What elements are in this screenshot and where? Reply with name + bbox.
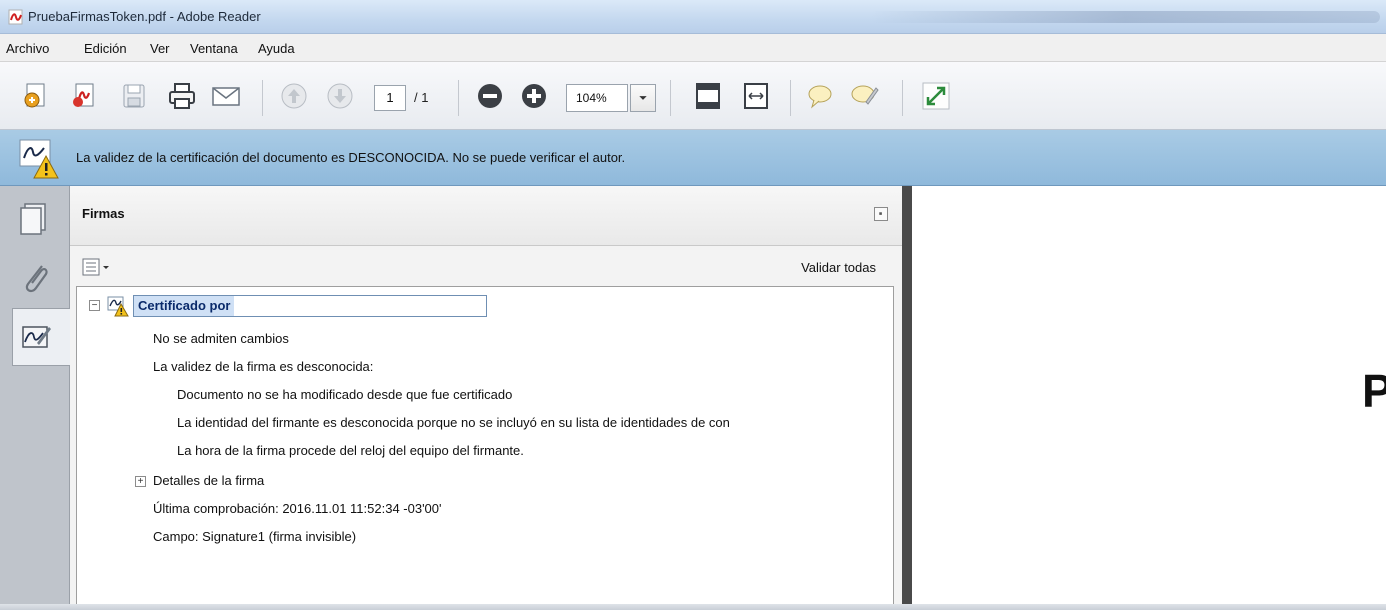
next-page-icon[interactable] — [324, 80, 356, 112]
zoom-level-input[interactable]: 104% — [566, 84, 628, 112]
certificate-label: Certificado por — [134, 296, 235, 316]
create-pdf-icon[interactable] — [20, 80, 52, 112]
window-title: PruebaFirmasToken.pdf - Adobe Reader — [28, 9, 261, 24]
signature-pen-icon — [22, 326, 51, 348]
page-number-input[interactable]: 1 — [374, 85, 406, 111]
toolbar-separator — [262, 80, 263, 116]
menu-archivo[interactable]: Archivo — [6, 41, 49, 56]
panel-menu-icon — [879, 212, 882, 215]
email-icon[interactable] — [210, 80, 242, 112]
toolbar-separator — [790, 80, 791, 116]
doc-not-modified-text: Documento no se ha modificado desde que … — [177, 387, 513, 402]
previous-page-icon[interactable] — [278, 80, 310, 112]
signatures-panel-title: Firmas — [82, 206, 125, 221]
attachments-button[interactable] — [12, 248, 58, 306]
signature-warning-icon — [107, 296, 129, 317]
paperclip-icon — [25, 265, 48, 293]
document-view[interactable]: P — [912, 186, 1386, 610]
save-icon[interactable] — [118, 80, 150, 112]
open-pdf-icon[interactable] — [68, 80, 100, 112]
print-icon[interactable] — [166, 80, 198, 112]
comment-icon[interactable] — [804, 80, 836, 112]
validity-unknown-text: La validez de la firma es desconocida: — [153, 359, 374, 374]
full-screen-icon[interactable] — [920, 80, 952, 112]
signature-warning-icon — [19, 139, 59, 179]
field-text: Campo: Signature1 (firma invisible) — [153, 529, 357, 544]
pane-splitter[interactable] — [902, 186, 912, 610]
zoom-out-icon[interactable] — [474, 80, 506, 112]
collapse-toggle[interactable]: − — [89, 300, 100, 311]
title-bar-blur — [870, 11, 1380, 23]
page-count: / 1 — [414, 90, 429, 105]
signatures-tree: − Certificado por No se admiten cambios … — [76, 286, 894, 610]
highlight-icon[interactable] — [848, 80, 880, 112]
certificate-node[interactable]: Certificado por — [133, 295, 487, 317]
last-checked-text: Última comprobación: 2016.11.01 11:52:34… — [153, 501, 442, 516]
fit-width-icon[interactable] — [740, 80, 772, 112]
options-list-icon — [82, 258, 109, 276]
title-bar: PruebaFirmasToken.pdf - Adobe Reader — [0, 0, 1386, 34]
panel-options-button[interactable] — [874, 207, 888, 221]
toolbar-separator — [458, 80, 459, 116]
menu-edicion[interactable]: Edición — [84, 41, 127, 56]
bottom-border — [0, 604, 1386, 610]
toolbar-separator — [902, 80, 903, 116]
page-thumbnails-button[interactable] — [12, 190, 58, 248]
navigation-pane — [0, 186, 71, 610]
certification-info-bar: La validez de la certificación del docum… — [0, 130, 1386, 186]
no-changes-text: No se admiten cambios — [153, 331, 289, 346]
menu-ventana[interactable]: Ventana — [190, 41, 238, 56]
menu-ayuda[interactable]: Ayuda — [258, 41, 295, 56]
pages-icon — [20, 203, 46, 235]
validate-all-link[interactable]: Validar todas — [801, 260, 876, 275]
menu-bar: Archivo Edición Ver Ventana Ayuda — [0, 34, 1386, 62]
expand-toggle[interactable]: + — [135, 476, 146, 487]
fit-page-icon[interactable] — [692, 80, 724, 112]
certification-message: La validez de la certificación del docum… — [76, 150, 626, 165]
time-source-text: La hora de la firma procede del reloj de… — [177, 443, 524, 458]
dropdown-arrow-icon — [639, 96, 647, 100]
options-menu-button[interactable] — [82, 258, 112, 276]
zoom-in-icon[interactable] — [518, 80, 550, 112]
document-text: P — [1362, 365, 1386, 417]
menu-ver[interactable]: Ver — [150, 41, 170, 56]
signatures-button[interactable] — [12, 308, 71, 366]
signatures-panel-toolbar: Validar todas — [70, 246, 902, 286]
signatures-panel: Firmas Validar todas − Certificado por N… — [70, 186, 902, 610]
pdf-document-icon — [8, 9, 23, 25]
signatures-panel-header: Firmas — [70, 186, 902, 246]
signature-details-node[interactable]: Detalles de la firma — [153, 473, 264, 488]
toolbar-separator — [670, 80, 671, 116]
identity-unknown-text: La identidad del firmante es desconocida… — [177, 415, 730, 430]
zoom-dropdown-button[interactable] — [630, 84, 656, 112]
